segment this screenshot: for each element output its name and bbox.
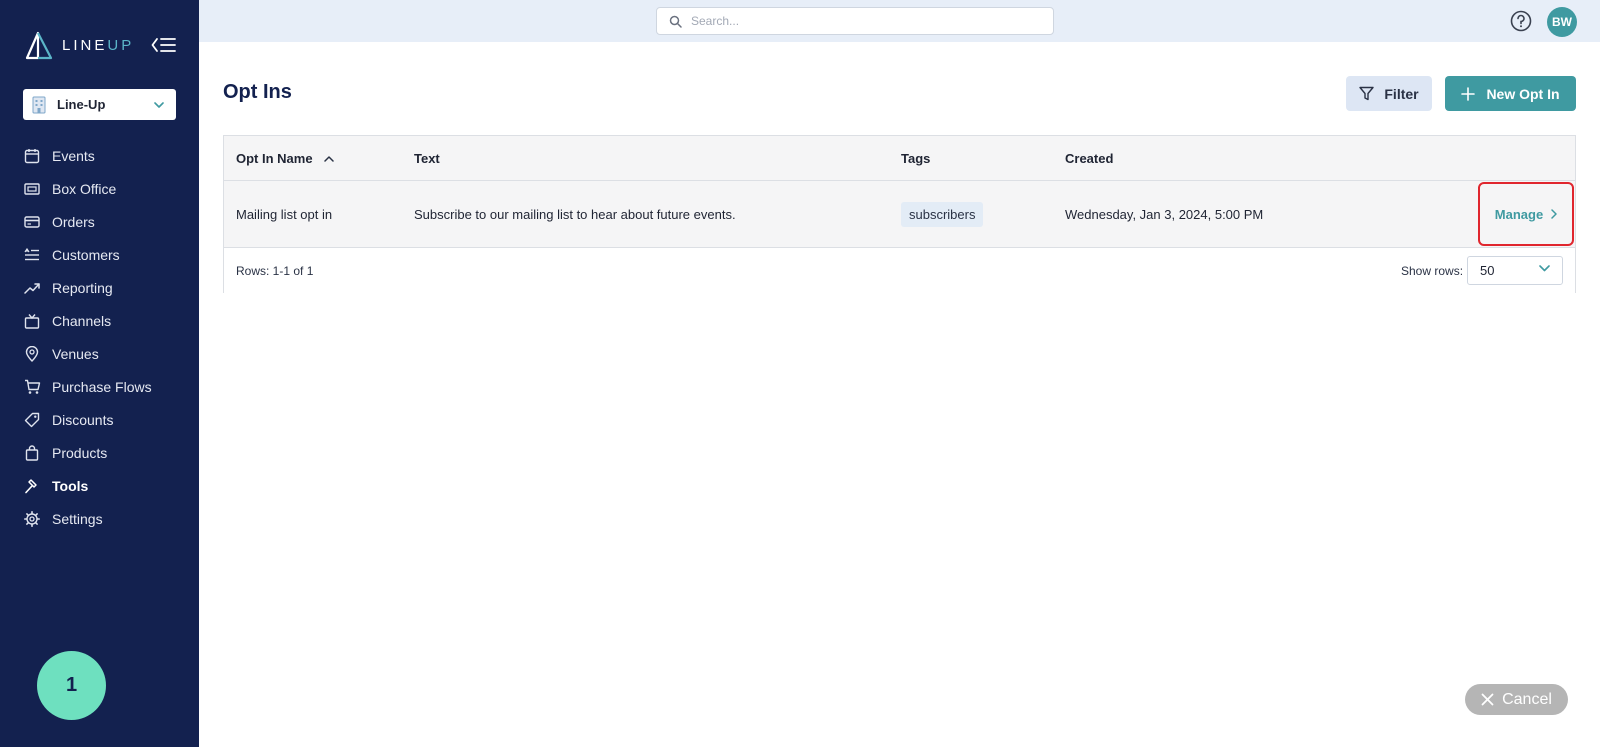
sidebar-item-venues[interactable]: Venues — [0, 337, 199, 370]
map-pin-icon — [23, 345, 41, 363]
sidebar-nav: Events Box Office Orders Customers Repor… — [0, 139, 199, 535]
organization-select[interactable]: Line-Up — [23, 89, 176, 120]
cell-created: Wednesday, Jan 3, 2024, 5:00 PM — [1065, 207, 1264, 222]
lineup-logo-mark-icon — [25, 31, 53, 60]
step-badge: 1 — [37, 651, 106, 720]
cart-icon — [23, 378, 41, 396]
table-row[interactable]: Mailing list opt in Subscribe to our mai… — [224, 181, 1575, 248]
page-title: Opt Ins — [223, 81, 292, 103]
sidebar-item-label: Customers — [52, 246, 120, 263]
new-opt-in-button-label: New Opt In — [1486, 85, 1560, 102]
sidebar-item-label: Venues — [52, 345, 99, 362]
search-box[interactable] — [656, 7, 1054, 35]
sidebar-item-label: Events — [52, 147, 95, 164]
cancel-button-label: Cancel — [1502, 690, 1552, 708]
sidebar: LINEUP Line-Up Events Box Office Orders … — [0, 0, 199, 747]
cancel-button[interactable]: Cancel — [1465, 684, 1568, 715]
sidebar-item-tools[interactable]: Tools — [0, 469, 199, 502]
sidebar-item-label: Tools — [52, 477, 89, 494]
close-icon — [1481, 693, 1494, 706]
lineup-logo[interactable]: LINEUP — [24, 28, 134, 62]
sidebar-item-purchase-flows[interactable]: Purchase Flows — [0, 370, 199, 403]
sidebar-item-discounts[interactable]: Discounts — [0, 403, 199, 436]
column-header-label: Tags — [901, 151, 931, 166]
show-rows-label: Show rows: — [1401, 263, 1464, 278]
column-header-opt-in-name[interactable]: Opt In Name — [236, 136, 334, 181]
tv-icon — [23, 312, 41, 330]
table-header: Opt In Name Text Tags Created — [224, 136, 1575, 181]
opt-ins-table: Opt In Name Text Tags Created Mailing li… — [223, 135, 1576, 293]
sidebar-item-label: Channels — [52, 312, 112, 329]
sidebar-item-label: Products — [52, 444, 108, 461]
column-header-created[interactable]: Created — [1065, 136, 1113, 181]
gear-icon — [23, 510, 41, 528]
chevron-down-icon — [1539, 265, 1550, 272]
sidebar-item-label: Box Office — [52, 180, 117, 197]
cell-text: Subscribe to our mailing list to hear ab… — [414, 207, 736, 222]
plus-icon — [1461, 86, 1476, 101]
rows-per-page-select[interactable]: 50 — [1467, 256, 1563, 285]
shopping-bag-icon — [23, 444, 41, 462]
sidebar-item-label: Settings — [52, 510, 103, 527]
logo-wordmark: LINEUP — [62, 37, 134, 54]
chevron-down-icon — [154, 101, 164, 108]
sidebar-item-box-office[interactable]: Box Office — [0, 172, 199, 205]
search-input[interactable] — [691, 14, 1031, 28]
cell-tags: subscribers — [901, 181, 984, 248]
sidebar-item-label: Reporting — [52, 279, 113, 296]
sort-ascending-icon — [323, 155, 334, 162]
filter-button[interactable]: Filter — [1346, 76, 1432, 111]
chevron-right-icon — [1551, 209, 1557, 219]
sidebar-item-orders[interactable]: Orders — [0, 205, 199, 238]
organization-select-value: Line-Up — [57, 97, 106, 112]
credit-card-icon — [23, 213, 41, 231]
collapse-sidebar-button[interactable] — [151, 34, 177, 56]
sidebar-item-customers[interactable]: Customers — [0, 238, 199, 271]
help-icon[interactable] — [1510, 10, 1532, 32]
column-header-text[interactable]: Text — [414, 136, 440, 181]
user-avatar[interactable]: BW — [1547, 7, 1577, 37]
cell-opt-in-name: Mailing list opt in — [236, 207, 333, 222]
manage-button-label: Manage — [1494, 206, 1544, 222]
sidebar-item-reporting[interactable]: Reporting — [0, 271, 199, 304]
column-header-label: Created — [1065, 151, 1114, 166]
filter-button-label: Filter — [1384, 85, 1419, 102]
sidebar-item-label: Discounts — [52, 411, 114, 428]
sidebar-item-settings[interactable]: Settings — [0, 502, 199, 535]
column-header-tags[interactable]: Tags — [901, 136, 930, 181]
sidebar-item-channels[interactable]: Channels — [0, 304, 199, 337]
sidebar-item-products[interactable]: Products — [0, 436, 199, 469]
table-footer: Rows: 1-1 of 1 Show rows: 50 — [224, 248, 1575, 293]
sidebar-item-events[interactable]: Events — [0, 139, 199, 172]
tag-badge: subscribers — [901, 202, 984, 227]
customers-list-icon — [23, 246, 41, 264]
column-header-label: Text — [414, 151, 440, 166]
tag-icon — [23, 411, 41, 429]
new-opt-in-button[interactable]: New Opt In — [1445, 76, 1576, 111]
manage-button[interactable]: Manage — [1478, 182, 1574, 246]
column-header-label: Opt In Name — [236, 151, 313, 166]
logo-wordmark-up: UP — [107, 36, 135, 54]
collapse-menu-icon — [151, 38, 176, 52]
rows-per-page-value: 50 — [1480, 263, 1495, 278]
hammer-icon — [23, 477, 41, 495]
ticket-icon — [23, 180, 41, 198]
top-bar: BW — [199, 0, 1600, 42]
calendar-icon — [23, 147, 41, 165]
trend-chart-icon — [23, 279, 41, 297]
search-icon — [669, 15, 682, 28]
logo-wordmark-line: LINE — [62, 36, 108, 54]
sidebar-item-label: Purchase Flows — [52, 378, 152, 395]
building-icon — [31, 96, 47, 114]
sidebar-item-label: Orders — [52, 213, 95, 230]
rows-count: Rows: 1-1 of 1 — [236, 263, 314, 278]
filter-icon — [1359, 86, 1375, 101]
